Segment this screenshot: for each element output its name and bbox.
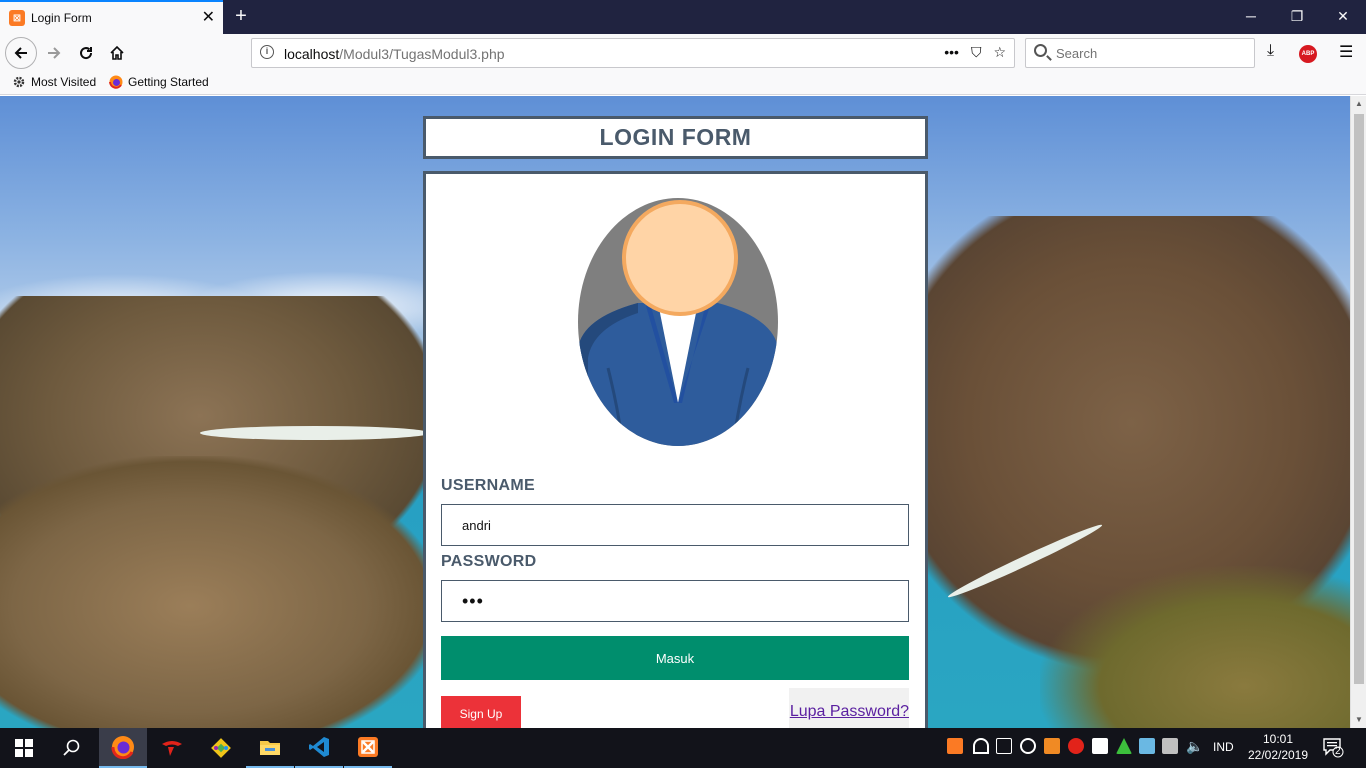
git-app-icon <box>211 738 231 758</box>
forgot-password-link[interactable]: Lupa Password? <box>789 688 909 728</box>
tray-nvidia-icon[interactable] <box>1116 738 1132 754</box>
tray-xampp-icon[interactable] <box>947 738 963 754</box>
background-beach <box>200 426 430 440</box>
taskbar-git-app[interactable] <box>197 728 245 768</box>
tray-network-icon[interactable] <box>996 738 1012 754</box>
windows-start-button[interactable] <box>0 728 48 768</box>
signup-button[interactable]: Sign Up <box>441 696 521 732</box>
taskbar-xampp[interactable] <box>344 728 392 768</box>
scroll-down-icon[interactable]: ▼ <box>1351 712 1366 728</box>
notification-count: 2 <box>1335 746 1341 757</box>
bookmark-star-icon[interactable]: ☆ <box>993 44 1006 61</box>
close-window-button[interactable]: ✕ <box>1320 0 1366 34</box>
tray-cloud-icon[interactable] <box>1020 738 1036 754</box>
pocket-icon[interactable]: ⛉ <box>971 44 982 61</box>
gear-icon <box>13 76 25 88</box>
search-icon <box>1034 44 1047 57</box>
bookmark-most-visited[interactable]: Most Visited <box>12 75 96 89</box>
new-tab-button[interactable]: + <box>230 4 252 28</box>
password-input[interactable] <box>441 580 909 622</box>
page-title: LOGIN FORM <box>599 124 752 150</box>
tray-volume-icon[interactable]: 🔈 <box>1186 738 1203 754</box>
reload-button[interactable] <box>72 39 100 67</box>
action-center-button[interactable]: 2 <box>1322 736 1344 758</box>
username-input[interactable] <box>441 504 909 546</box>
taskbar-file-explorer[interactable] <box>246 728 294 768</box>
password-label: PASSWORD <box>441 553 537 570</box>
game-app-icon <box>162 741 182 756</box>
minimize-button[interactable]: ─ <box>1228 0 1274 34</box>
tab-title: Login Form <box>31 11 92 25</box>
taskbar-vscode[interactable] <box>295 728 343 768</box>
bookmark-label: Getting Started <box>128 75 209 89</box>
back-arrow-icon <box>14 47 27 59</box>
file-explorer-icon <box>260 741 280 755</box>
bookmark-label: Most Visited <box>31 75 97 89</box>
scroll-up-icon[interactable]: ▲ <box>1351 96 1366 112</box>
windows-taskbar: 🔈 IND 10:01 22/02/2019 2 <box>0 728 1366 768</box>
login-button[interactable]: Masuk <box>441 636 909 680</box>
navigation-toolbar: i localhost/Modul3/TugasModul3.php ••• ⛉… <box>0 34 1366 72</box>
vscode-icon <box>309 737 329 757</box>
user-avatar-icon <box>578 198 778 446</box>
firefox-icon <box>109 75 123 89</box>
bookmark-getting-started[interactable]: Getting Started <box>109 75 209 89</box>
xampp-icon <box>358 737 378 757</box>
language-indicator[interactable]: IND <box>1213 740 1234 754</box>
clock-date: 22/02/2019 <box>1247 748 1309 762</box>
tray-game-icon[interactable] <box>1068 738 1084 754</box>
taskbar-search-button[interactable] <box>48 728 96 768</box>
tray-monitor-icon[interactable] <box>1139 738 1155 754</box>
url-bar[interactable]: i localhost/Modul3/TugasModul3.php ••• ⛉… <box>251 38 1015 68</box>
firefox-icon <box>111 736 134 759</box>
search-bar[interactable] <box>1025 38 1255 68</box>
url-text[interactable]: localhost/Modul3/TugasModul3.php <box>284 46 505 62</box>
home-icon <box>110 45 124 60</box>
restore-button[interactable]: ❐ <box>1274 0 1320 34</box>
windows-start-icon <box>15 739 33 757</box>
background-island <box>1040 566 1350 728</box>
page-actions-icon[interactable]: ••• <box>944 44 959 61</box>
tab-strip: ⊠ Login Form ✕ + ─ ❐ ✕ <box>0 0 1366 34</box>
tray-wifi-icon[interactable] <box>973 738 989 754</box>
adblock-plus-icon[interactable]: ABP <box>1299 45 1317 63</box>
tray-app-icon[interactable] <box>1044 738 1060 754</box>
home-button[interactable] <box>103 39 131 67</box>
close-tab-icon[interactable]: ✕ <box>202 10 215 26</box>
forward-button[interactable] <box>40 39 68 67</box>
page-scrollbar[interactable]: ▲ ▼ <box>1350 96 1366 728</box>
menu-hamburger-icon[interactable]: ☰ <box>1339 42 1353 62</box>
search-input[interactable] <box>1056 44 1246 62</box>
xampp-favicon-icon: ⊠ <box>9 10 25 26</box>
tray-shield-icon[interactable] <box>1092 738 1108 754</box>
bookmarks-toolbar: Most Visited Getting Started <box>0 72 1366 95</box>
forward-arrow-icon <box>48 47 61 59</box>
site-info-icon[interactable]: i <box>260 45 274 59</box>
browser-tab-active[interactable]: ⊠ Login Form ✕ <box>0 0 223 34</box>
clock-time: 10:01 <box>1262 732 1294 746</box>
url-path: /Modul3/TugasModul3.php <box>339 46 505 62</box>
back-button[interactable] <box>5 37 37 69</box>
scrollbar-thumb[interactable] <box>1354 114 1364 684</box>
tray-display-icon[interactable] <box>1162 738 1178 754</box>
login-form: USERNAME PASSWORD Masuk Sign Up Lupa Pas… <box>423 171 928 768</box>
search-icon <box>63 739 80 756</box>
taskbar-firefox[interactable] <box>99 728 147 768</box>
downloads-icon[interactable]: ⤓ <box>1267 42 1274 60</box>
reload-icon <box>80 47 93 60</box>
url-host: localhost <box>284 46 340 62</box>
username-label: USERNAME <box>441 477 535 494</box>
login-form-header: LOGIN FORM <box>423 116 928 159</box>
taskbar-game-app[interactable] <box>148 728 196 768</box>
background-island <box>0 456 440 728</box>
taskbar-clock[interactable]: 10:01 22/02/2019 <box>1245 731 1311 763</box>
